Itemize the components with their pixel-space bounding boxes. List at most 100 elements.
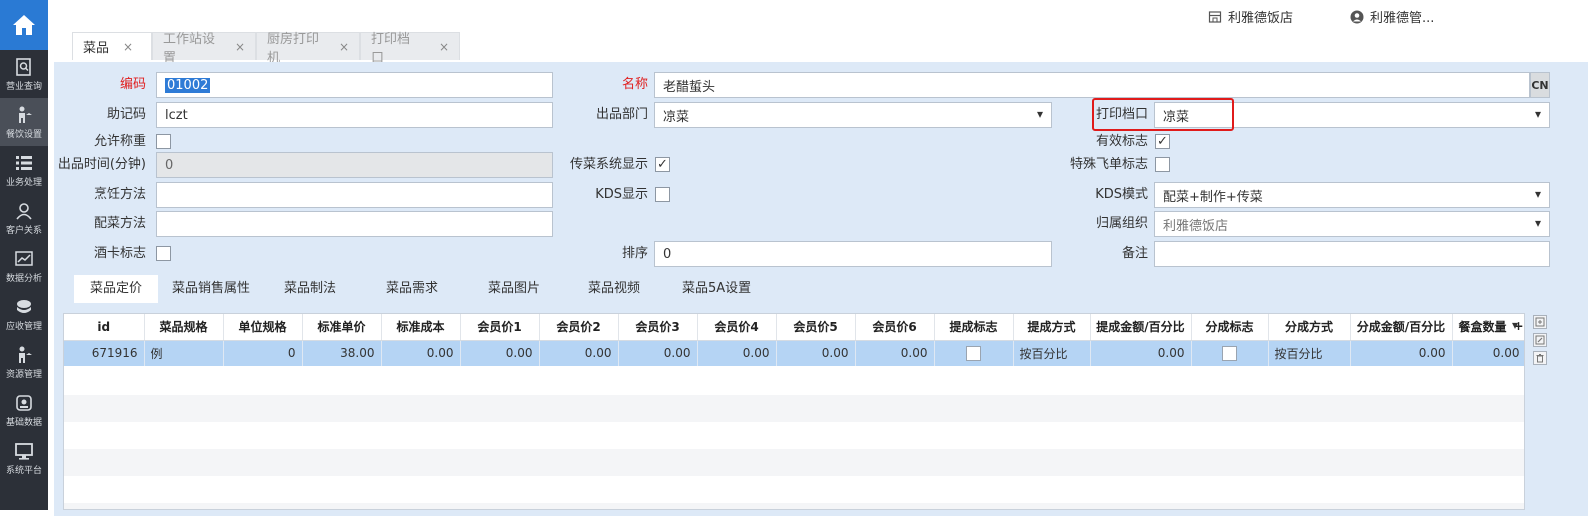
- col-header-share-mode[interactable]: 分成方式: [1268, 314, 1351, 341]
- close-icon[interactable]: ×: [123, 40, 133, 54]
- mnemonic-value: lczt: [165, 107, 188, 123]
- commission-checkbox[interactable]: [966, 345, 981, 361]
- subtab-demand[interactable]: 菜品需求: [376, 275, 448, 303]
- cell-id: 671916: [64, 340, 145, 366]
- kds-checkbox[interactable]: [655, 187, 670, 202]
- share-checkbox[interactable]: [1222, 345, 1237, 361]
- tab-workstation[interactable]: 工作站设置 ×: [152, 32, 256, 66]
- cell-member2: 0.00: [539, 340, 619, 366]
- col-header-member5[interactable]: 会员价5: [776, 314, 856, 341]
- col-header-unit[interactable]: 单位规格: [223, 314, 303, 341]
- subtab-video[interactable]: 菜品视频: [578, 275, 650, 303]
- plus-icon: [1535, 317, 1545, 327]
- col-header-price[interactable]: 标准单价: [302, 314, 382, 341]
- sort-value: 0: [663, 246, 672, 262]
- mnemonic-label: 助记码: [106, 107, 146, 122]
- org-select[interactable]: 利雅德饭店: [1154, 211, 1550, 237]
- cell-box-count: 0.00: [1452, 340, 1524, 366]
- org-label: 归属组织: [1095, 216, 1148, 231]
- pass-system-checkbox[interactable]: ✓: [655, 157, 670, 172]
- pricing-grid: id 菜品规格 单位规格 标准单价 标准成本 会员价1 会员价2 会员价3 会员…: [63, 313, 1525, 510]
- col-header-member3[interactable]: 会员价3: [618, 314, 698, 341]
- cell-cost: 0.00: [381, 340, 461, 366]
- database-icon: [16, 394, 32, 411]
- tab-print-station[interactable]: 打印档口 ×: [360, 32, 460, 66]
- side-dish-label: 配菜方法: [93, 216, 146, 231]
- col-header-member4[interactable]: 会员价4: [697, 314, 777, 341]
- cell-commission-mode: 按百分比: [1013, 340, 1091, 366]
- cn-button[interactable]: CN: [1530, 72, 1550, 98]
- grid-empty-row: [64, 395, 1524, 422]
- close-icon[interactable]: ×: [235, 40, 245, 54]
- store-selector[interactable]: 利雅德饭店: [1208, 7, 1293, 26]
- home-button[interactable]: [0, 0, 48, 50]
- name-field[interactable]: 老醋蜇头: [654, 72, 1530, 98]
- col-header-commission-flag[interactable]: 提成标志: [934, 314, 1014, 341]
- delete-row-button[interactable]: [1533, 351, 1547, 365]
- mnemonic-field[interactable]: lczt: [156, 102, 553, 128]
- sidebar-item-system[interactable]: 系统平台: [0, 434, 48, 482]
- close-icon[interactable]: ×: [339, 40, 349, 54]
- col-header-spec[interactable]: 菜品规格: [144, 314, 224, 341]
- cell-share-mode: 按百分比: [1268, 340, 1351, 366]
- grid-tools: [1533, 315, 1549, 365]
- cook-field[interactable]: [156, 182, 553, 208]
- dept-label: 出品部门: [595, 107, 648, 122]
- sidebar-item-label: 系统平台: [5, 465, 42, 476]
- col-header-share-flag[interactable]: 分成标志: [1191, 314, 1269, 341]
- remark-label: 备注: [1121, 246, 1148, 261]
- kds-mode-select[interactable]: 配菜+制作+传菜: [1154, 182, 1550, 208]
- edit-row-button[interactable]: [1533, 333, 1547, 347]
- detail-tabs: 菜品定价 菜品销售属性 菜品制法 菜品需求 菜品图片 菜品视频 菜品5A设置: [54, 275, 1588, 303]
- user-icon: [1350, 10, 1364, 23]
- subtab-pricing[interactable]: 菜品定价: [74, 275, 158, 303]
- subtab-sales-attributes[interactable]: 菜品销售属性: [162, 275, 260, 303]
- grid-header-row: id 菜品规格 单位规格 标准单价 标准成本 会员价1 会员价2 会员价3 会员…: [64, 314, 1524, 341]
- sidebar-item-label: 应收管理: [5, 321, 42, 332]
- dept-select[interactable]: 凉菜: [654, 102, 1052, 128]
- fly-checkbox[interactable]: [1155, 157, 1170, 172]
- col-header-commission-mode[interactable]: 提成方式: [1013, 314, 1091, 341]
- sidebar-item-receivables[interactable]: 应收管理: [0, 290, 48, 338]
- col-header-box-count-label: 餐盒数量: [1458, 320, 1507, 335]
- subtab-5a-settings[interactable]: 菜品5A设置: [672, 275, 761, 303]
- subtab-images[interactable]: 菜品图片: [478, 275, 550, 303]
- sidebar-item-resources[interactable]: 资源管理: [0, 338, 48, 386]
- subtab-recipe[interactable]: 菜品制法: [274, 275, 346, 303]
- cell-commission-flag: [934, 340, 1014, 366]
- col-header-id[interactable]: id: [64, 314, 145, 341]
- col-header-member6[interactable]: 会员价6: [855, 314, 935, 341]
- cell-spec: 例: [144, 340, 224, 366]
- code-field[interactable]: 01002: [156, 72, 553, 98]
- close-icon[interactable]: ×: [439, 40, 449, 54]
- valid-checkbox[interactable]: ✓: [1155, 134, 1170, 149]
- side-dish-field[interactable]: [156, 211, 553, 237]
- cell-member5: 0.00: [776, 340, 856, 366]
- sort-field[interactable]: 0: [654, 241, 1052, 267]
- cell-member6: 0.00: [855, 340, 935, 366]
- sidebar-item-label: 数据分析: [5, 273, 42, 284]
- code-value: 01002: [165, 77, 211, 93]
- wine-checkbox[interactable]: [156, 246, 171, 261]
- col-header-member2[interactable]: 会员价2: [539, 314, 619, 341]
- tab-dishes[interactable]: 菜品 ×: [72, 32, 152, 60]
- add-row-button[interactable]: [1533, 315, 1547, 329]
- col-header-cost[interactable]: 标准成本: [381, 314, 461, 341]
- time-value: 0: [165, 157, 174, 173]
- user-name: 利雅德管...: [1370, 11, 1435, 26]
- tab-label: 打印档口: [371, 31, 411, 66]
- cell-member1: 0.00: [460, 340, 540, 366]
- sidebar-item-basic-data[interactable]: 基础数据: [0, 386, 48, 434]
- weigh-checkbox[interactable]: [156, 134, 171, 149]
- user-menu[interactable]: 利雅德管...: [1350, 7, 1434, 26]
- col-header-share-amount[interactable]: 分成金额/百分比: [1350, 314, 1453, 341]
- col-header-member1[interactable]: 会员价1: [460, 314, 540, 341]
- cell-unit: 0: [223, 340, 303, 366]
- table-row[interactable]: 671916 例 0 38.00 0.00 0.00 0.00 0.00 0.0…: [64, 340, 1524, 366]
- col-header-commission-amount[interactable]: 提成金额/百分比: [1090, 314, 1192, 341]
- name-label: 名称: [621, 77, 648, 92]
- remark-field[interactable]: [1154, 241, 1550, 267]
- sidebar-item-label: 资源管理: [5, 369, 42, 380]
- tab-kitchen-printer[interactable]: 厨房打印机 ×: [256, 32, 360, 66]
- time-field[interactable]: 0: [156, 152, 553, 178]
